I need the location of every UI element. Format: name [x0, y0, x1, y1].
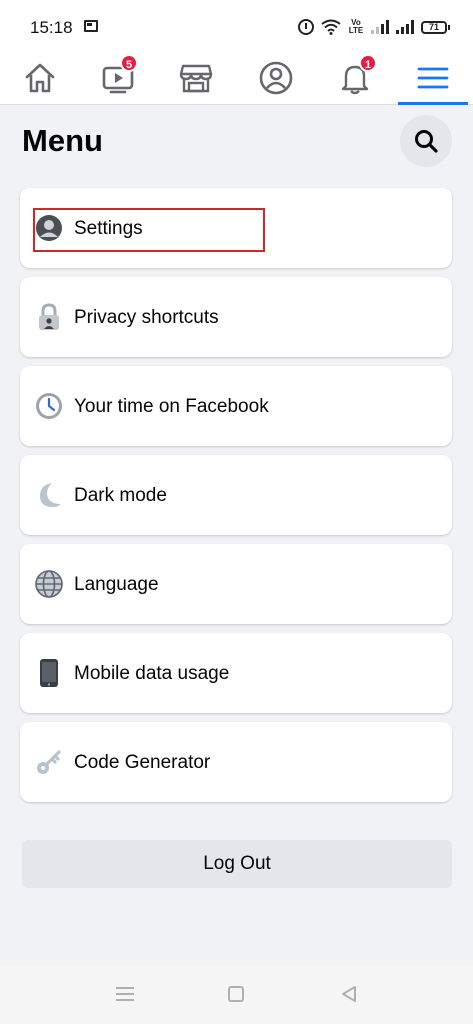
- home-button-icon[interactable]: [228, 986, 244, 1002]
- signal-icon: [371, 20, 389, 34]
- system-nav-bar: [0, 965, 473, 1024]
- menu-item-label: Your time on Facebook: [74, 396, 269, 417]
- menu-item-code-generator[interactable]: Code Generator: [20, 722, 452, 802]
- phone-icon: [34, 658, 64, 688]
- marketplace-icon: [179, 64, 213, 92]
- screen-record-icon: [84, 20, 98, 32]
- menu-item-settings[interactable]: Settings: [20, 188, 452, 268]
- status-time: 15:18: [30, 18, 73, 37]
- moon-icon: [34, 480, 64, 510]
- menu-item-label: Code Generator: [74, 752, 211, 773]
- wifi-icon: [321, 19, 341, 35]
- page-title: Menu: [22, 123, 103, 158]
- home-icon: [25, 63, 55, 92]
- menu-item-label: Privacy shortcuts: [74, 307, 219, 328]
- tab-profile[interactable]: [246, 50, 306, 105]
- notifications-badge: 1: [359, 54, 378, 72]
- back-icon[interactable]: [340, 985, 358, 1003]
- profile-icon: [259, 61, 293, 94]
- search-button[interactable]: [400, 115, 452, 167]
- highlight-box: [33, 208, 265, 252]
- signal-icon-2: [396, 20, 414, 34]
- menu-item-label: Mobile data usage: [74, 663, 230, 684]
- top-nav: 5 1: [0, 50, 473, 105]
- tab-marketplace[interactable]: [166, 50, 226, 105]
- status-bar: 15:18 Vo LTE 71: [0, 0, 473, 50]
- tab-home[interactable]: [10, 50, 70, 105]
- key-icon: [34, 747, 64, 777]
- tab-watch[interactable]: 5: [88, 50, 148, 105]
- active-tab-indicator: [398, 102, 468, 105]
- clock-icon: [34, 391, 64, 421]
- hamburger-icon: [417, 67, 449, 88]
- globe-icon: [34, 569, 64, 599]
- status-icons: Vo LTE 71: [298, 16, 450, 38]
- menu-item-dark-mode[interactable]: Dark mode: [20, 455, 452, 535]
- search-icon: [415, 130, 438, 153]
- battery-icon: 71: [421, 20, 450, 34]
- menu-item-your-time[interactable]: Your time on Facebook: [20, 366, 452, 446]
- logout-label: Log Out: [203, 853, 271, 874]
- menu-item-label: Language: [74, 574, 159, 595]
- menu-item-privacy-shortcuts[interactable]: Privacy shortcuts: [20, 277, 452, 357]
- recent-apps-icon[interactable]: [116, 987, 134, 1001]
- tab-notifications[interactable]: 1: [325, 50, 385, 105]
- menu-item-language[interactable]: Language: [20, 544, 452, 624]
- watch-badge: 5: [120, 54, 139, 72]
- tab-menu[interactable]: [403, 50, 463, 105]
- lock-icon: [34, 302, 64, 332]
- alarm-icon: [298, 19, 314, 35]
- volte-indicator: Vo LTE: [348, 18, 364, 35]
- menu-item-label: Dark mode: [74, 485, 167, 506]
- logout-button[interactable]: Log Out: [22, 840, 452, 888]
- menu-list: Settings Privacy shortcuts Your time on …: [20, 188, 452, 811]
- menu-item-mobile-data[interactable]: Mobile data usage: [20, 633, 452, 713]
